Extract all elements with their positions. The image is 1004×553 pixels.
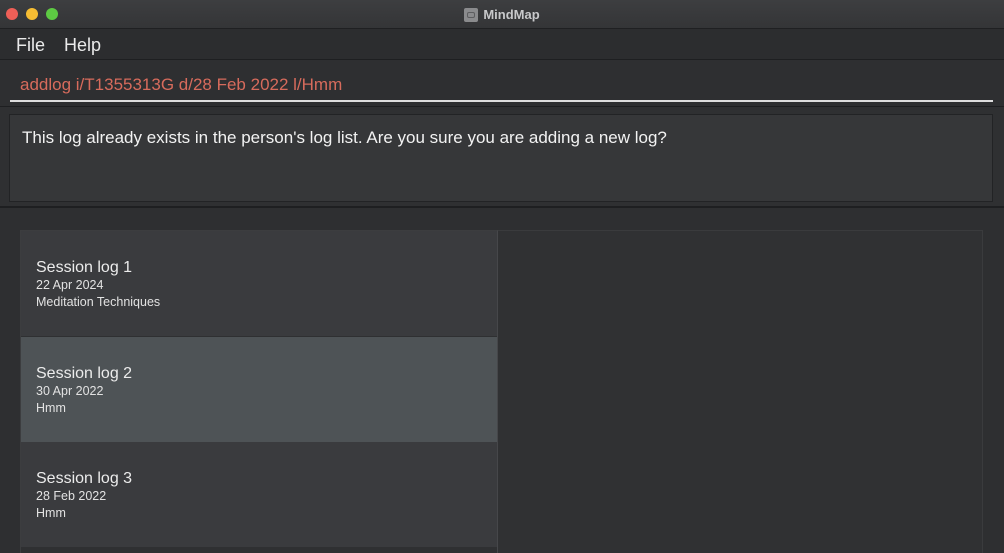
log-list-panel[interactable]: Session log 1 22 Apr 2024 Meditation Tec… [20,230,498,553]
app-window: MindMap File Help This log already exist… [0,0,1004,553]
log-description: Hmm [36,401,66,415]
log-card-selected[interactable]: Session log 2 30 Apr 2022 Hmm [21,337,497,442]
log-date: 28 Feb 2022 [36,489,107,503]
log-description: Hmm [36,506,66,520]
log-title: Session log 3 [36,470,133,487]
command-box [0,60,1004,107]
title-bar: MindMap [0,0,1004,29]
menu-help[interactable]: Help [64,35,101,56]
log-card[interactable]: Session log 3 28 Feb 2022 Hmm [21,442,497,547]
list-area: Session log 1 22 Apr 2024 Meditation Tec… [0,208,1004,553]
command-input[interactable] [10,70,993,102]
menu-bar: File Help [0,29,1004,60]
log-date: 30 Apr 2022 [36,384,104,398]
log-detail-panel [498,230,983,553]
result-message: This log already exists in the person's … [22,128,667,147]
result-display[interactable]: This log already exists in the person's … [9,114,993,202]
log-title: Session log 1 [36,259,133,276]
log-card[interactable]: Session log 1 22 Apr 2024 Meditation Tec… [21,231,497,336]
menu-file[interactable]: File [16,35,45,56]
window-title: MindMap [483,7,540,22]
window-title-group: MindMap [0,0,1004,29]
log-description: Meditation Techniques [36,295,161,309]
app-icon [464,7,479,22]
log-title: Session log 2 [36,365,133,382]
log-date: 22 Apr 2024 [36,278,104,292]
result-display-area: This log already exists in the person's … [0,107,1004,208]
